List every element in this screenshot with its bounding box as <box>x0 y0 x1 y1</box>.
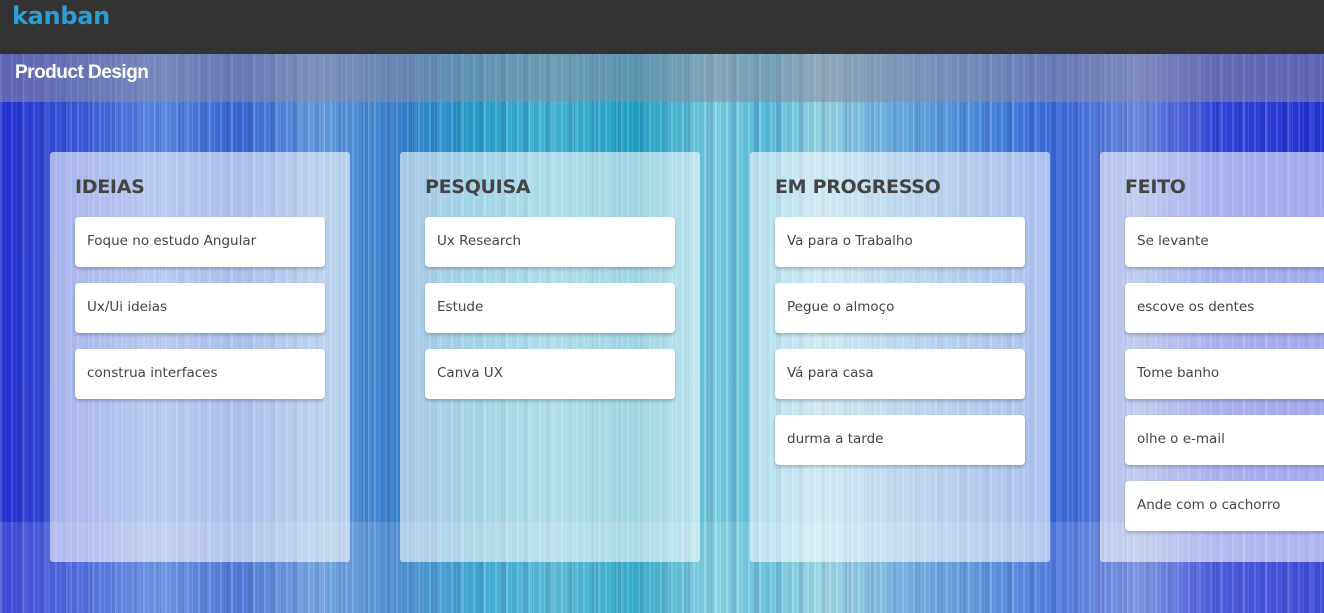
task-card[interactable]: Canva UX <box>425 349 675 399</box>
column-title: FEITO <box>1125 176 1186 198</box>
task-card[interactable]: Ux Research <box>425 217 675 267</box>
column-ideias: IDEIAS Foque no estudo Angular Ux/Ui ide… <box>50 152 350 562</box>
task-card[interactable]: Va para o Trabalho <box>775 217 1025 267</box>
task-card[interactable]: Vá para casa <box>775 349 1025 399</box>
column-feito: FEITO Se levante escove os dentes Tome b… <box>1100 152 1324 562</box>
task-card[interactable]: Ande com o cachorro <box>1125 481 1324 531</box>
column-title: EM PROGRESSO <box>775 176 941 198</box>
task-card[interactable]: olhe o e-mail <box>1125 415 1324 465</box>
task-card[interactable]: Se levante <box>1125 217 1324 267</box>
task-card[interactable]: Tome banho <box>1125 349 1324 399</box>
task-card[interactable]: Foque no estudo Angular <box>75 217 325 267</box>
task-card[interactable]: Pegue o almoço <box>775 283 1025 333</box>
task-card[interactable]: Ux/Ui ideias <box>75 283 325 333</box>
task-card[interactable]: escove os dentes <box>1125 283 1324 333</box>
board-columns: IDEIAS Foque no estudo Angular Ux/Ui ide… <box>0 0 1324 613</box>
column-title: IDEIAS <box>75 176 145 198</box>
task-card[interactable]: construa interfaces <box>75 349 325 399</box>
task-card[interactable]: durma a tarde <box>775 415 1025 465</box>
column-em-progresso: EM PROGRESSO Va para o Trabalho Pegue o … <box>750 152 1050 562</box>
column-pesquisa: PESQUISA Ux Research Estude Canva UX <box>400 152 700 562</box>
column-title: PESQUISA <box>425 176 531 198</box>
task-card[interactable]: Estude <box>425 283 675 333</box>
